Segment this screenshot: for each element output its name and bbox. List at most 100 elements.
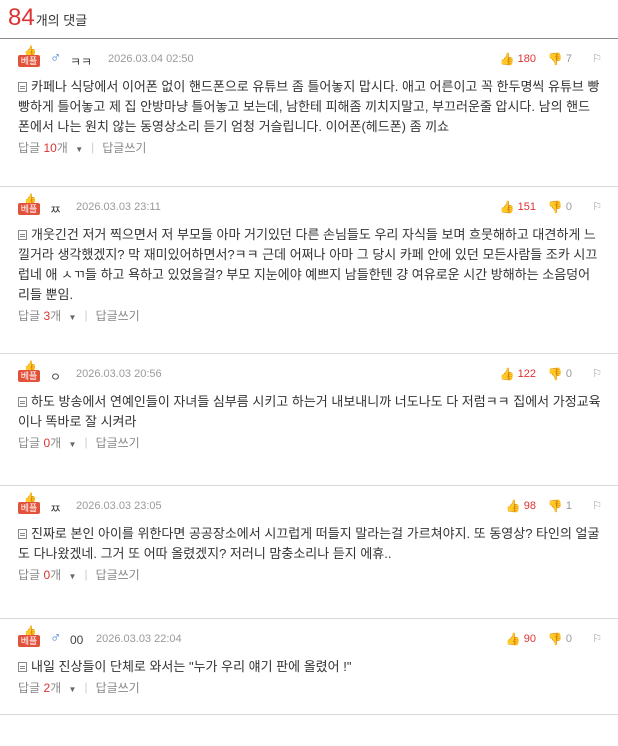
comment-text: 진짜로 본인 아이를 위한다면 공공장소에서 시끄럽게 떠들지 말라는걸 가르쳐… [18,524,618,564]
male-icon: ♂ [50,49,62,66]
divider: | [84,308,88,322]
comment-text-content: 내일 진상들이 단체로 와서는 "누가 우리 얘기 판에 올렸어 !" [31,659,352,674]
upvote-count: 98 [523,500,536,512]
best-label: 베플 [18,370,40,382]
report-icon[interactable]: ⚐ [592,499,602,512]
reply-label: 답글 [18,308,41,323]
document-icon [18,82,27,92]
downvote-button[interactable]: 👎 7 [548,52,572,66]
comment-count-header: 84 개의 댓글 [0,0,618,39]
upvote-button[interactable]: 👍 122 [500,367,536,381]
document-icon [18,662,27,672]
comment-count: 84 [8,4,35,31]
upvote-button[interactable]: 👍 180 [500,52,536,66]
thumbs-down-icon: 👎 [547,367,563,381]
comment-item: 👍 베플 ♂ ㅋㅋ 2026.03.04 02:50 👍 180 👎 7 ⚐ 카… [0,39,618,187]
downvote-button[interactable]: 👎 0 [548,367,572,381]
report-icon[interactable]: ⚐ [592,367,602,380]
downvote-button[interactable]: 👎 0 [548,632,572,646]
reply-unit: 개 [56,140,68,155]
reply-unit: 개 [50,435,62,450]
comment-meta: 👍 베플 ♂ 00 2026.03.03 22:04 👍 90 👎 0 ⚐ [18,619,618,653]
comment-meta: 👍 베플 ㅉ 2026.03.03 23:05 👍 98 👎 1 ⚐ [18,486,618,520]
write-reply-button[interactable]: 답글쓰기 [102,139,146,156]
reply-label: 답글 [18,680,41,695]
author-nickname[interactable]: ㅇ [50,368,61,385]
thumbs-up-icon: 👍 [505,499,521,513]
comment-text: 내일 진상들이 단체로 와서는 "누가 우리 얘기 판에 올렸어 !" [18,657,618,677]
comment-item: 👍 베플 ㅇ 2026.03.03 20:56 👍 122 👎 0 ⚐ 하도 방… [0,354,618,486]
comment-actions: 답글 0개 ▼ | 답글쓰기 [18,564,618,584]
thumbs-up-icon: 👍 [499,200,515,214]
caret-down-icon: ▼ [68,312,77,322]
thumbs-down-icon: 👎 [547,52,563,66]
comment-text-content: 개웃긴건 저거 찍으면서 저 부모들 아마 거기있던 다른 손님들도 우리 자식… [18,227,598,302]
comment-date: 2026.03.03 20:56 [76,368,162,380]
caret-down-icon: ▼ [68,684,77,694]
reply-count: 10 [43,140,57,155]
comment-list: 👍 베플 ♂ ㅋㅋ 2026.03.04 02:50 👍 180 👎 7 ⚐ 카… [0,39,618,715]
reply-unit: 개 [50,308,62,323]
upvote-count: 122 [517,368,536,380]
comment-date: 2026.03.03 22:04 [96,633,182,645]
comment-actions: 답글 3개 ▼ | 답글쓰기 [18,305,618,325]
upvote-button[interactable]: 👍 151 [500,200,536,214]
caret-down-icon: ▼ [75,144,84,154]
comment-meta: 👍 베플 ㅉ 2026.03.03 23:11 👍 151 👎 0 ⚐ [18,187,618,221]
author-nickname[interactable]: ㅋㅋ [70,53,92,70]
upvote-count: 90 [523,633,536,645]
best-label: 베플 [18,203,40,215]
reply-toggle-button[interactable]: 답글 0개 ▼ [18,434,76,451]
comment-date: 2026.03.03 23:11 [76,201,161,213]
write-reply-button[interactable]: 답글쓰기 [96,566,140,583]
write-reply-button[interactable]: 답글쓰기 [96,434,140,451]
comment-meta: 👍 베플 ♂ ㅋㅋ 2026.03.04 02:50 👍 180 👎 7 ⚐ [18,39,618,73]
upvote-button[interactable]: 👍 90 [506,632,536,646]
best-badge: 👍 베플 [18,626,40,647]
downvote-button[interactable]: 👎 1 [548,499,572,513]
document-icon [18,397,27,407]
thumbs-down-icon: 👎 [547,499,563,513]
document-icon [18,529,27,539]
upvote-button[interactable]: 👍 98 [506,499,536,513]
comment-text-content: 진짜로 본인 아이를 위한다면 공공장소에서 시끄럽게 떠들지 말라는걸 가르쳐… [18,526,600,561]
divider: | [84,435,88,449]
comment-item: 👍 베플 ♂ 00 2026.03.03 22:04 👍 90 👎 0 ⚐ 내일… [0,619,618,715]
report-icon[interactable]: ⚐ [592,200,602,213]
comment-count-label: 개의 댓글 [35,13,88,28]
author-nickname[interactable]: 00 [70,633,83,647]
caret-down-icon: ▼ [68,439,77,449]
write-reply-button[interactable]: 답글쓰기 [96,679,140,696]
reply-toggle-button[interactable]: 답글 0개 ▼ [18,566,76,583]
downvote-count: 0 [565,368,572,380]
comment-item: 👍 베플 ㅉ 2026.03.03 23:05 👍 98 👎 1 ⚐ 진짜로 본… [0,486,618,619]
author-nickname[interactable]: ㅉ [50,500,61,517]
author-nickname[interactable]: ㅉ [50,201,61,218]
reply-label: 답글 [18,567,41,582]
comment-item: 👍 베플 ㅉ 2026.03.03 23:11 👍 151 👎 0 ⚐ 개웃긴건… [0,187,618,354]
reply-toggle-button[interactable]: 답글 10개 ▼ [18,139,83,156]
document-icon [18,230,27,240]
reply-unit: 개 [50,567,62,582]
reply-label: 답글 [18,140,41,155]
best-badge: 👍 베플 [18,493,40,514]
downvote-button[interactable]: 👎 0 [548,200,572,214]
best-badge: 👍 베플 [18,361,40,382]
reply-label: 답글 [18,435,41,450]
reply-toggle-button[interactable]: 답글 3개 ▼ [18,307,76,324]
report-icon[interactable]: ⚐ [592,52,602,65]
comment-text: 카페나 식당에서 이어폰 없이 핸드폰으로 유튜브 좀 틀어놓지 맙시다. 애고… [18,77,618,137]
reply-toggle-button[interactable]: 답글 2개 ▼ [18,679,76,696]
comment-date: 2026.03.03 23:05 [76,500,162,512]
divider: | [91,140,95,154]
comment-actions: 답글 2개 ▼ | 답글쓰기 [18,677,618,697]
downvote-count: 0 [565,633,572,645]
comment-text: 하도 방송에서 연예인들이 자녀들 심부름 시키고 하는거 내보내니까 너도나도… [18,392,618,432]
downvote-count: 0 [565,201,572,213]
caret-down-icon: ▼ [68,571,77,581]
reply-unit: 개 [50,680,62,695]
report-icon[interactable]: ⚐ [592,632,602,645]
thumbs-up-icon: 👍 [499,52,515,66]
comment-date: 2026.03.04 02:50 [108,53,194,65]
write-reply-button[interactable]: 답글쓰기 [96,307,140,324]
